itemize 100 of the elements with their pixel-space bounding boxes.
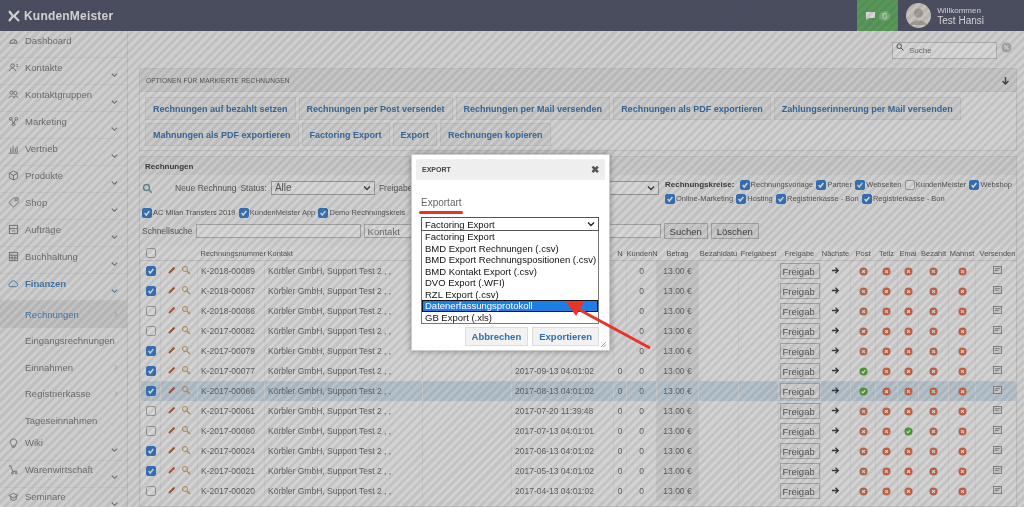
dropdown-option[interactable]: DVO Export (.WFI) [422,277,598,289]
sidebar-subitem[interactable]: Registrierkasse [0,380,127,407]
checkbox[interactable] [665,193,675,204]
checkbox[interactable] [861,193,872,204]
dropdown-option[interactable]: BMD Export Rechnungspositionen (.csv) [422,254,598,266]
user-name[interactable]: Test Hansi [937,14,984,26]
sidebar-item[interactable]: Kontaktgruppen [0,85,127,112]
checkbox[interactable] [145,406,156,417]
checkbox[interactable] [145,366,156,377]
message-icon[interactable] [993,366,1003,374]
sidebar-item[interactable]: Warenwirtschaft [0,460,127,488]
release-button[interactable]: Freigab [779,303,820,319]
new-invoice-link[interactable]: Neue Rechnung [175,181,237,195]
checkbox[interactable] [969,179,980,190]
export-type-select[interactable]: Factoring Export [421,217,599,231]
clear-icon[interactable] [1001,41,1012,53]
sidebar-subitem[interactable]: Einnahmen [0,354,127,381]
checkbox[interactable] [904,179,915,190]
checkbox[interactable] [145,486,156,497]
sidebar-item[interactable]: Buchhaltung [0,247,127,274]
release-button[interactable]: Freigab [779,283,820,299]
sidebar-subitem[interactable]: Rechnungen [0,301,127,328]
dialog-button[interactable]: Abbrechen [464,327,529,346]
arrow-down-icon[interactable] [1001,75,1010,85]
arrow-right-icon[interactable] [831,465,840,475]
status-select[interactable]: Alle [270,181,375,195]
checkbox[interactable] [142,207,152,218]
magnifier-icon[interactable] [181,265,191,275]
table-row[interactable]: K-2017-00024 Körbler GmbH, Support Test 2 , , 2017-06-13 04:01:02 0 0 13.00 € Freigab [140,441,1016,461]
checkbox[interactable] [145,466,156,477]
release-button[interactable]: Freigab [779,363,820,379]
release-button[interactable]: Freigab [779,443,820,459]
arrow-right-icon[interactable] [831,265,840,275]
search-button[interactable]: Löschen [710,223,759,239]
message-icon[interactable] [993,466,1003,474]
release-button[interactable]: Freigab [779,323,820,339]
dropdown-option[interactable]: RZL Export (.csv) [422,288,598,300]
checkbox[interactable] [736,193,747,204]
magnifier-icon[interactable] [181,325,191,335]
checkbox[interactable] [238,207,249,218]
checkbox[interactable] [816,179,827,190]
sidebar-item[interactable]: Dashboard [0,31,127,58]
checkbox[interactable] [145,306,156,317]
dropdown-option[interactable]: BMD Export Rechnungen (.csv) [422,242,598,254]
magnifier-icon[interactable] [181,465,191,475]
search-icon[interactable] [142,182,153,194]
checkbox[interactable] [145,446,156,457]
message-icon[interactable] [993,326,1003,334]
dropdown-option[interactable]: Factoring Export [422,231,598,243]
arrow-right-icon[interactable] [831,385,840,395]
sidebar-item[interactable]: Kontakte [0,58,127,85]
checkbox[interactable] [739,179,750,190]
message-icon[interactable] [993,426,1003,434]
checkbox[interactable] [145,426,156,437]
message-icon[interactable] [993,486,1003,494]
checkbox[interactable] [145,266,156,277]
action-button[interactable]: Rechnungen kopieren [440,123,551,146]
quick-search-field[interactable] [195,224,361,238]
arrow-right-icon[interactable] [831,305,840,315]
arrow-right-icon[interactable] [831,325,840,335]
release-button[interactable]: Freigab [779,343,820,359]
action-button[interactable]: Rechnungen per Post versendet [298,97,453,120]
arrow-right-icon[interactable] [831,445,840,455]
sidebar-item[interactable]: Seminare [0,487,127,507]
message-icon[interactable] [993,346,1003,354]
table-row[interactable]: K-2017-00020 Körbler GmbH, Support Test 2 , , 2017-04-13 04:01:02 0 0 13.00 € Freigab [140,481,1016,501]
action-button[interactable]: Zahlungserinnerung per Mail versenden [773,97,961,120]
sidebar-subitem[interactable]: Tageseinnahmen [0,407,127,434]
action-button[interactable]: Rechnungen auf bezahlt setzen [145,97,296,120]
search-button[interactable]: Suchen [663,223,708,239]
checkbox[interactable] [318,207,329,218]
arrow-right-icon[interactable] [831,365,840,375]
table-row[interactable]: K-2017-00061 Körbler GmbH, Support Test 2 , , 2017-07-20 11:39:48 0 0 13.00 € Freigab [140,401,1016,421]
release-button[interactable]: Freigab [779,403,820,419]
checkbox[interactable] [855,179,866,190]
message-icon[interactable] [993,386,1003,394]
sidebar-item[interactable]: Wiki [0,433,127,461]
table-row[interactable]: K-2017-00066 Körbler GmbH, Support Test 2 , , 2017-08-13 04:01:02 0 0 13.00 € Freigab [140,381,1016,401]
message-icon[interactable] [993,266,1003,274]
message-icon[interactable] [993,446,1003,454]
action-button[interactable]: Rechnungen per Mail versenden [455,97,611,120]
magnifier-icon[interactable] [181,405,191,415]
message-icon[interactable] [993,306,1003,314]
arrow-right-icon[interactable] [831,285,840,295]
table-row[interactable]: K-2017-00060 Körbler GmbH, Support Test 2 , , 2017-07-13 04:01:01 0 0 13.00 € Freigab [140,421,1016,441]
arrow-right-icon[interactable] [831,345,840,355]
resize-grip-icon[interactable] [600,341,607,348]
checkbox[interactable] [776,193,786,204]
magnifier-icon[interactable] [181,445,191,455]
dropdown-option[interactable]: GB Export (.xls) [422,311,598,323]
dropdown-option[interactable]: Datenerfassungsprotokoll [422,300,598,312]
dialog-button[interactable]: Exportieren [532,327,599,346]
message-icon[interactable] [993,286,1003,294]
table-row[interactable]: K-2017-00021 Körbler GmbH, Support Test 2 , , 2017-05-13 04:01:02 0 0 13.00 € Freigab [140,461,1016,481]
action-button[interactable]: Export [392,123,438,146]
release-button[interactable]: Freigab [779,483,820,499]
close-button[interactable]: ✖ [591,164,599,175]
sidebar-item[interactable]: Produkte [0,166,127,193]
release-button[interactable]: Freigab [779,463,820,479]
magnifier-icon[interactable] [181,425,191,435]
